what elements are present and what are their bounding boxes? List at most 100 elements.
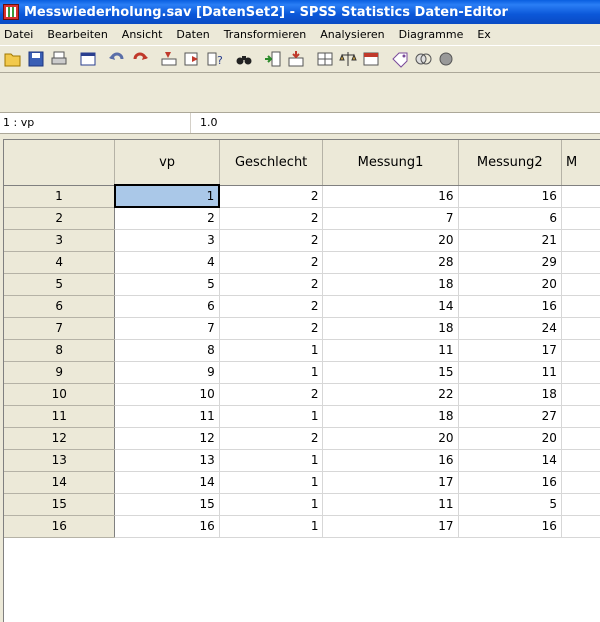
data-cell[interactable]: 2 [219, 383, 324, 406]
data-cell[interactable]: 5 [114, 273, 220, 296]
data-cell[interactable]: 11 [322, 339, 459, 362]
data-cell[interactable]: 1 [219, 339, 324, 362]
data-cell[interactable]: 2 [219, 317, 324, 340]
data-cell[interactable] [561, 185, 600, 208]
data-cell[interactable]: 20 [322, 427, 459, 450]
data-cell[interactable]: 1 [219, 361, 324, 384]
data-cell[interactable]: 27 [458, 405, 562, 428]
cell-value-input[interactable]: 1.0 [200, 116, 218, 129]
select-cases-icon[interactable] [361, 49, 381, 69]
data-cell[interactable]: 14 [322, 295, 459, 318]
menu-datei[interactable]: Datei [0, 24, 40, 45]
data-cell[interactable] [561, 427, 600, 450]
data-cell[interactable]: 16 [458, 295, 562, 318]
variables-icon[interactable]: ? [205, 49, 225, 69]
split-file-icon[interactable] [315, 49, 335, 69]
data-cell[interactable]: 1 [219, 449, 324, 472]
data-cell[interactable]: 2 [219, 229, 324, 252]
row-header[interactable]: 7 [4, 317, 116, 340]
data-cell[interactable] [561, 449, 600, 472]
data-cell[interactable]: 7 [114, 317, 220, 340]
goto-variable-icon[interactable] [182, 49, 202, 69]
data-cell[interactable] [561, 361, 600, 384]
data-cell[interactable]: 2 [219, 251, 324, 274]
data-cell[interactable]: 6 [114, 295, 220, 318]
data-cell[interactable]: 24 [458, 317, 562, 340]
data-cell[interactable]: 18 [322, 405, 459, 428]
data-cell[interactable]: 16 [322, 449, 459, 472]
save-icon[interactable] [26, 49, 46, 69]
data-cell[interactable]: 14 [114, 471, 220, 494]
value-labels-icon[interactable] [390, 49, 410, 69]
row-header[interactable]: 16 [4, 515, 116, 538]
data-cell[interactable] [561, 251, 600, 274]
data-cell[interactable]: 11 [458, 361, 562, 384]
row-header[interactable]: 8 [4, 339, 116, 362]
menu-extras[interactable]: Ex [470, 24, 497, 45]
row-header[interactable]: 10 [4, 383, 116, 406]
goto-case-icon[interactable] [159, 49, 179, 69]
data-cell[interactable] [561, 339, 600, 362]
menu-diagramme[interactable]: Diagramme [392, 24, 471, 45]
data-cell[interactable]: 8 [114, 339, 220, 362]
weight-cases-icon[interactable] [338, 49, 358, 69]
insert-variable-icon[interactable] [286, 49, 306, 69]
column-header-messung3[interactable]: M [561, 140, 600, 186]
data-cell[interactable]: 2 [114, 207, 220, 230]
data-cell[interactable]: 11 [322, 493, 459, 516]
data-cell[interactable]: 15 [114, 493, 220, 516]
menu-analysieren[interactable]: Analysieren [313, 24, 391, 45]
menu-bearbeiten[interactable]: Bearbeiten [40, 24, 114, 45]
menu-ansicht[interactable]: Ansicht [115, 24, 170, 45]
show-all-icon[interactable] [436, 49, 456, 69]
data-cell[interactable]: 1 [219, 515, 324, 538]
menu-daten[interactable]: Daten [169, 24, 216, 45]
find-icon[interactable] [234, 49, 254, 69]
data-cell[interactable]: 2 [219, 273, 324, 296]
data-cell[interactable]: 1 [113, 184, 221, 208]
use-sets-icon[interactable] [413, 49, 433, 69]
row-header[interactable]: 12 [4, 427, 116, 450]
data-cell[interactable]: 16 [322, 185, 459, 208]
data-cell[interactable]: 5 [458, 493, 562, 516]
dialog-recall-icon[interactable] [78, 49, 98, 69]
data-cell[interactable] [561, 207, 600, 230]
data-cell[interactable]: 16 [458, 515, 562, 538]
data-cell[interactable] [561, 471, 600, 494]
data-cell[interactable]: 13 [114, 449, 220, 472]
data-cell[interactable] [561, 317, 600, 340]
data-cell[interactable]: 18 [322, 317, 459, 340]
data-cell[interactable] [561, 515, 600, 538]
data-cell[interactable]: 16 [458, 471, 562, 494]
data-cell[interactable]: 6 [458, 207, 562, 230]
data-cell[interactable]: 1 [219, 471, 324, 494]
data-cell[interactable] [561, 229, 600, 252]
data-cell[interactable]: 9 [114, 361, 220, 384]
column-header-messung1[interactable]: Messung1 [322, 140, 459, 186]
row-header[interactable]: 11 [4, 405, 116, 428]
data-cell[interactable]: 17 [458, 339, 562, 362]
row-header[interactable]: 13 [4, 449, 116, 472]
data-cell[interactable]: 21 [458, 229, 562, 252]
data-cell[interactable]: 2 [219, 207, 324, 230]
row-header[interactable]: 3 [4, 229, 116, 252]
data-cell[interactable]: 18 [458, 383, 562, 406]
spss-app-icon[interactable] [3, 4, 19, 20]
data-cell[interactable] [561, 493, 600, 516]
row-header[interactable]: 5 [4, 273, 116, 296]
menu-transformieren[interactable]: Transformieren [217, 24, 314, 45]
redo-icon[interactable] [130, 49, 150, 69]
data-cell[interactable]: 15 [322, 361, 459, 384]
row-header[interactable]: 15 [4, 493, 116, 516]
data-cell[interactable]: 10 [114, 383, 220, 406]
column-header-geschlecht[interactable]: Geschlecht [219, 140, 324, 186]
data-cell[interactable]: 14 [458, 449, 562, 472]
data-cell[interactable] [561, 273, 600, 296]
data-cell[interactable] [561, 295, 600, 318]
data-cell[interactable]: 2 [219, 185, 324, 208]
data-cell[interactable]: 17 [322, 471, 459, 494]
data-cell[interactable]: 1 [219, 493, 324, 516]
row-header[interactable]: 9 [4, 361, 116, 384]
data-cell[interactable]: 12 [114, 427, 220, 450]
data-cell[interactable]: 17 [322, 515, 459, 538]
